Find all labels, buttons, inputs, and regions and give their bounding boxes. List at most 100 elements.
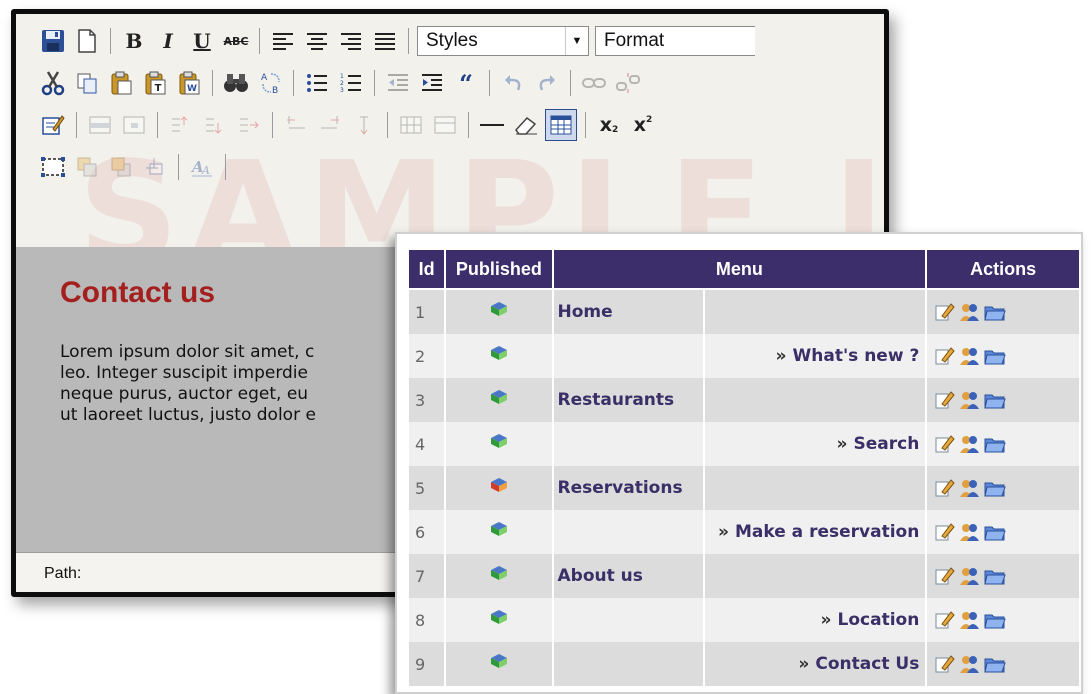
cell-menu-child[interactable] (702, 466, 928, 510)
cell-menu-child[interactable]: » Make a reservation (702, 510, 928, 554)
paste-button[interactable] (106, 68, 136, 98)
user-group-icon[interactable] (958, 433, 981, 455)
insert-column-after-button[interactable] (315, 110, 345, 140)
folder-icon[interactable] (983, 477, 1007, 499)
column-header-published[interactable]: Published (444, 248, 554, 290)
cell-menu-child[interactable]: » What's new ? (702, 334, 928, 378)
bring-forward-button[interactable] (72, 152, 102, 182)
table-row[interactable]: 5 Reservations (406, 466, 1081, 510)
cell-menu-child[interactable] (702, 378, 928, 422)
cell-menu-child[interactable]: » Contact Us (702, 642, 928, 686)
redo-button[interactable] (532, 68, 562, 98)
folder-icon[interactable] (983, 653, 1007, 675)
table-row[interactable]: 2 » What's new ? (406, 334, 1081, 378)
insert-row-after-button[interactable] (200, 110, 230, 140)
bullet-list-button[interactable] (302, 68, 332, 98)
cell-menu-child[interactable]: » Search (702, 422, 928, 466)
save-button[interactable] (38, 26, 68, 56)
copy-button[interactable] (72, 68, 102, 98)
published-icon[interactable] (488, 344, 510, 366)
delete-row-button[interactable] (234, 110, 264, 140)
edit-pencil-icon[interactable] (933, 345, 956, 367)
visual-aid-button[interactable] (545, 109, 577, 141)
folder-icon[interactable] (983, 565, 1007, 587)
find-button[interactable] (221, 68, 251, 98)
published-icon[interactable] (488, 608, 510, 630)
align-justify-button[interactable] (370, 26, 400, 56)
edit-pencil-icon[interactable] (933, 301, 956, 323)
column-header-menu[interactable]: Menu (551, 248, 928, 290)
cell-menu-parent[interactable] (551, 422, 705, 466)
cell-menu-parent[interactable]: Home (551, 289, 705, 334)
cut-button[interactable] (38, 68, 68, 98)
user-group-icon[interactable] (958, 301, 981, 323)
replace-button[interactable]: AB (255, 68, 285, 98)
table-row[interactable]: 7 About us (406, 554, 1081, 598)
style-properties-button[interactable]: AA (187, 152, 217, 182)
cell-menu-parent[interactable]: Reservations (551, 466, 705, 510)
blockquote-button[interactable]: “ (451, 68, 481, 98)
table-row[interactable]: 8 » Location (406, 598, 1081, 642)
paste-text-button[interactable]: T (140, 68, 170, 98)
align-center-button[interactable] (302, 26, 332, 56)
edit-pencil-icon[interactable] (933, 565, 956, 587)
edit-properties-button[interactable] (38, 110, 68, 140)
published-icon[interactable] (488, 300, 510, 322)
styles-select[interactable]: Styles ▼ (417, 26, 589, 56)
paste-word-button[interactable]: W (174, 68, 204, 98)
cell-menu-parent[interactable] (551, 642, 705, 686)
table-row[interactable]: 1 Home (406, 289, 1081, 334)
insert-row-before-button[interactable] (166, 110, 196, 140)
edit-pencil-icon[interactable] (933, 389, 956, 411)
table-row[interactable]: 3 Restaurants (406, 378, 1081, 422)
published-icon[interactable] (488, 388, 510, 410)
unlink-button[interactable] (613, 68, 643, 98)
bold-button[interactable]: B (119, 26, 149, 56)
edit-pencil-icon[interactable] (933, 653, 956, 675)
indent-button[interactable] (417, 68, 447, 98)
underline-button[interactable]: U (187, 26, 217, 56)
select-all-button[interactable] (38, 152, 68, 182)
cell-menu-parent[interactable] (551, 598, 705, 642)
column-header-id[interactable]: Id (406, 248, 447, 290)
folder-icon[interactable] (983, 389, 1007, 411)
user-group-icon[interactable] (958, 653, 981, 675)
format-select[interactable]: Format (595, 26, 755, 56)
user-group-icon[interactable] (958, 521, 981, 543)
user-group-icon[interactable] (958, 477, 981, 499)
split-cells-button[interactable] (396, 110, 426, 140)
delete-column-button[interactable] (349, 110, 379, 140)
insert-column-before-button[interactable] (281, 110, 311, 140)
published-icon[interactable] (488, 564, 510, 586)
cell-menu-parent[interactable]: Restaurants (551, 378, 705, 422)
unpublished-icon[interactable] (488, 476, 510, 498)
send-backward-button[interactable] (106, 152, 136, 182)
cell-menu-child[interactable] (702, 289, 928, 334)
undo-button[interactable] (498, 68, 528, 98)
table-row[interactable]: 9 » Contact Us (406, 642, 1081, 686)
align-left-button[interactable] (268, 26, 298, 56)
row-properties-button[interactable] (85, 110, 115, 140)
published-icon[interactable] (488, 520, 510, 542)
cell-menu-parent[interactable] (551, 510, 705, 554)
published-icon[interactable] (488, 432, 510, 454)
italic-button[interactable]: I (153, 26, 183, 56)
chevron-down-icon[interactable]: ▼ (565, 27, 588, 55)
folder-icon[interactable] (983, 521, 1007, 543)
horizontal-rule-button[interactable] (477, 110, 507, 140)
merge-cells-button[interactable] (430, 110, 460, 140)
published-icon[interactable] (488, 652, 510, 674)
table-row[interactable]: 6 » Make a reservation (406, 510, 1081, 554)
cell-menu-child[interactable] (702, 554, 928, 598)
edit-pencil-icon[interactable] (933, 477, 956, 499)
cell-menu-parent[interactable]: About us (551, 554, 705, 598)
cell-menu-parent[interactable] (551, 334, 705, 378)
outdent-button[interactable] (383, 68, 413, 98)
folder-icon[interactable] (983, 345, 1007, 367)
strikethrough-button[interactable]: ABC (221, 26, 251, 56)
remove-format-button[interactable] (511, 110, 541, 140)
folder-icon[interactable] (983, 609, 1007, 631)
numbered-list-button[interactable]: 123 (336, 68, 366, 98)
user-group-icon[interactable] (958, 389, 981, 411)
user-group-icon[interactable] (958, 609, 981, 631)
